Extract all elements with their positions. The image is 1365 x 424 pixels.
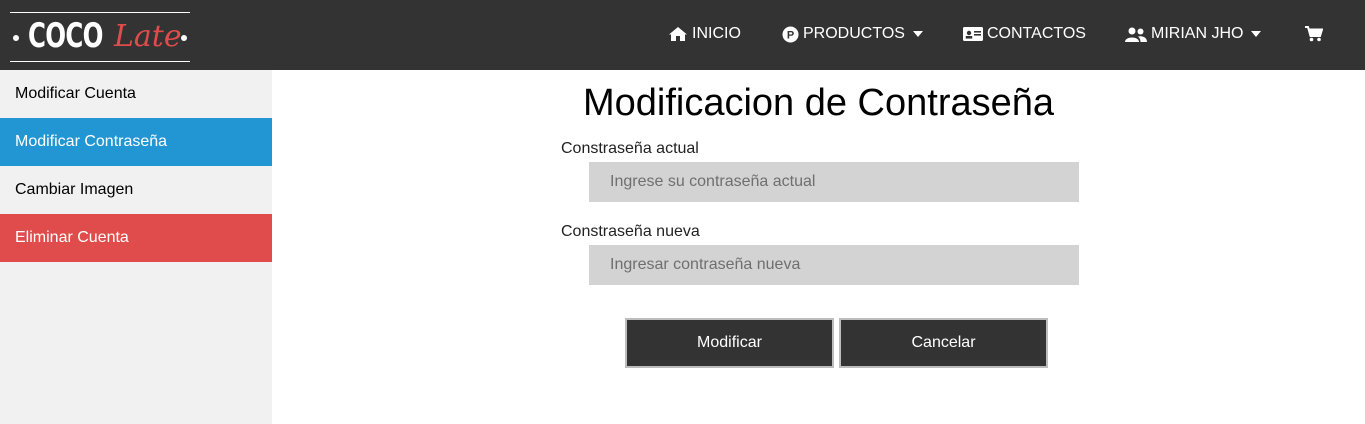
nav-contactos-label: CONTACTOS [987, 25, 1086, 42]
brand-logo[interactable]: COCO Late [10, 12, 190, 62]
logo-text-late: Late [114, 19, 182, 54]
productos-badge-icon: P [782, 26, 799, 42]
logo-dot-left [13, 35, 19, 41]
logo-text-coco: COCO [28, 16, 103, 56]
current-password-input[interactable] [589, 162, 1079, 202]
new-password-input[interactable] [589, 245, 1079, 285]
nav-user-label: MIRIAN JHO [1151, 25, 1244, 42]
nav-productos[interactable]: P PRODUCTOS [782, 22, 923, 46]
sidebar-item-modificar-cuenta[interactable]: Modificar Cuenta [0, 70, 272, 118]
svg-text:P: P [787, 29, 794, 41]
chevron-down-icon [1251, 31, 1262, 37]
nav-inicio-label: INICIO [692, 25, 741, 42]
logo-dot-right [181, 35, 187, 41]
chevron-down-icon [912, 31, 923, 37]
users-icon [1125, 27, 1147, 42]
sidebar-item-cambiar-imagen[interactable]: Cambiar Imagen [0, 166, 272, 214]
home-icon [669, 27, 687, 41]
id-card-icon [963, 27, 983, 41]
sidebar-item-eliminar-cuenta[interactable]: Eliminar Cuenta [0, 214, 272, 262]
cart-button[interactable] [1305, 22, 1327, 46]
modificar-button[interactable]: Modificar [625, 318, 834, 368]
nav-contactos[interactable]: CONTACTOS [963, 22, 1086, 46]
nav-productos-label: PRODUCTOS [803, 25, 905, 42]
account-sidebar: Modificar Cuenta Modificar Contraseña Ca… [0, 70, 272, 424]
nav-user-menu[interactable]: MIRIAN JHO [1125, 22, 1262, 46]
new-password-label: Constraseña nueva [561, 223, 700, 240]
cart-icon [1305, 26, 1323, 42]
current-password-label: Constraseña actual [561, 140, 699, 157]
sidebar-item-modificar-contrasena[interactable]: Modificar Contraseña [0, 118, 272, 166]
page-title: Modificacion de Contraseña [582, 82, 1055, 124]
top-navbar: COCO Late INICIO P PRODUCTOS CONTACTOS M… [0, 0, 1365, 70]
nav-inicio[interactable]: INICIO [668, 22, 741, 46]
cancelar-button[interactable]: Cancelar [839, 318, 1048, 368]
